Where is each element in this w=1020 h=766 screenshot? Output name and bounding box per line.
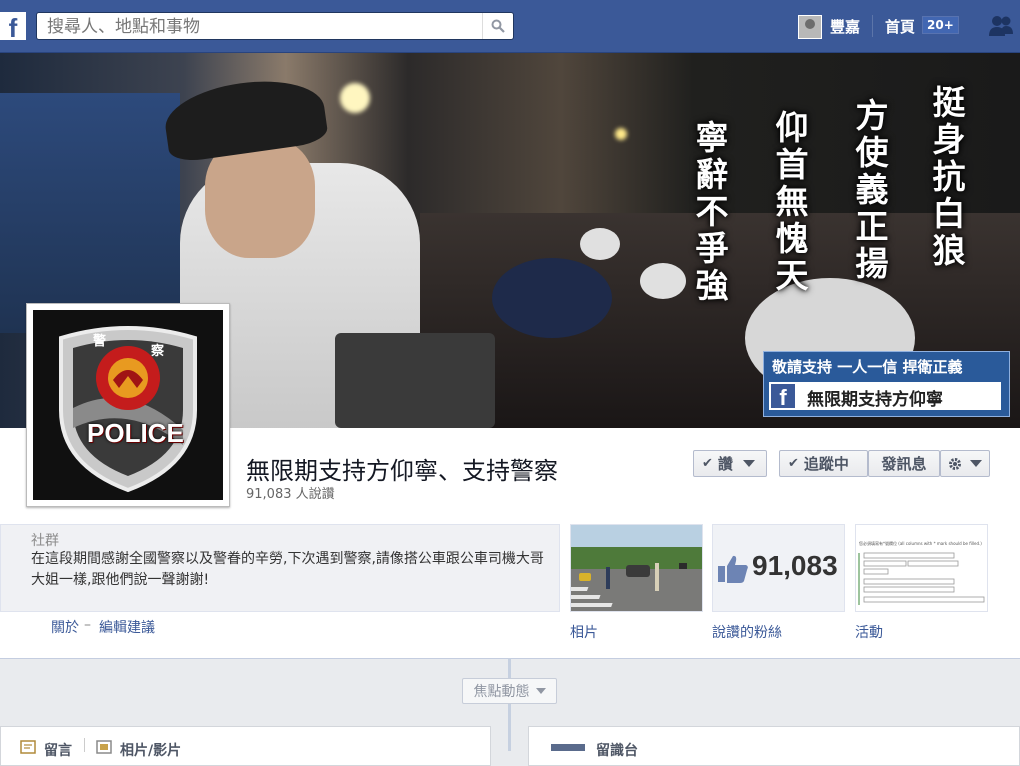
photo-icon (96, 740, 112, 754)
search-icon (491, 19, 505, 33)
user-name-link[interactable]: 豐嘉 (830, 16, 860, 37)
page-category: 社群 (31, 533, 59, 549)
composer-card (0, 726, 491, 766)
message-button-label: 發訊息 (881, 455, 927, 473)
cover-banner: 敬請支持 一人一信 捍衛正義 f 無限期支持方仰寧 (763, 351, 1010, 417)
cover-helmet (640, 263, 686, 299)
search-box (36, 12, 514, 40)
about-link[interactable]: 關於 (51, 617, 79, 637)
right-card-icon (551, 744, 585, 751)
page-title[interactable]: 無限期支持方仰寧、支持警察 (246, 451, 558, 486)
suggest-edits-link[interactable]: 編輯建議 (99, 617, 155, 637)
follow-button-label: 追蹤中 (803, 455, 849, 473)
message-button[interactable]: 發訊息 (868, 450, 940, 477)
facebook-logo-icon[interactable]: f (0, 12, 26, 43)
street-photo-image (571, 525, 702, 611)
banner-facebook-icon: f (771, 384, 795, 410)
user-avatar[interactable] (798, 15, 822, 39)
cover-light (340, 83, 370, 113)
events-form-image (858, 552, 985, 605)
like-button-label: 讚 (717, 455, 733, 473)
highlights-dropdown[interactable]: 焦點動態 (462, 678, 557, 704)
right-card-title[interactable]: 留識台 (596, 740, 638, 760)
nav-divider (872, 15, 873, 37)
top-bar: f 豐嘉 首頁 20+ (0, 0, 1020, 53)
fans-label[interactable]: 說讚的粉絲 (712, 622, 782, 642)
events-label[interactable]: 活動 (855, 622, 883, 642)
search-button[interactable] (482, 13, 513, 39)
chevron-down-icon (535, 688, 546, 694)
banner-name-box: f 無限期支持方仰寧 (769, 382, 1001, 410)
check-icon: ✔ (788, 456, 799, 471)
cover-slogan: 挺身抗白狼 (927, 85, 966, 270)
chevron-down-icon (970, 460, 982, 467)
photos-label[interactable]: 相片 (570, 622, 598, 642)
profile-picture[interactable]: 警 察 POLICE (26, 303, 230, 507)
follow-button[interactable]: ✔ 追蹤中 (779, 450, 868, 477)
banner-name-text: 無限期支持方仰寧 (807, 390, 943, 410)
photos-thumbnail[interactable] (570, 524, 703, 612)
cover-helmet (580, 228, 620, 260)
status-icon (20, 740, 36, 754)
friend-requests-icon[interactable] (988, 14, 1014, 38)
thumbs-up-icon (718, 555, 748, 583)
badge-text: POLICE (87, 418, 184, 448)
like-button[interactable]: ✔ 讚 (693, 450, 767, 477)
cover-light (615, 128, 627, 140)
check-icon: ✔ (702, 456, 713, 471)
timeline-spine (508, 658, 511, 751)
police-badge-image: 警 察 POLICE (33, 310, 223, 500)
police-shield-icon (33, 310, 223, 500)
tab-photo-video[interactable]: 相片/影片 (120, 740, 181, 760)
home-link[interactable]: 首頁 (885, 16, 915, 37)
fans-count: 91,083 (752, 550, 838, 581)
page-likes-count: 91,083 人說讚 (246, 487, 335, 502)
tab-status[interactable]: 留言 (44, 740, 72, 760)
home-count-badge: 20+ (922, 16, 959, 34)
cover-slogan: 寧辭不爭強 (690, 120, 729, 305)
badge-mark-right: 察 (151, 344, 165, 359)
highlights-label: 焦點動態 (473, 684, 530, 700)
cover-slogan: 方使義正揚 (850, 98, 889, 283)
about-separator: – (84, 617, 91, 633)
search-input[interactable] (45, 15, 489, 39)
gear-icon (949, 457, 961, 470)
cover-officer-cap (160, 72, 330, 164)
cover-building (0, 93, 180, 333)
cover-cap (492, 258, 612, 338)
chevron-down-icon (742, 460, 755, 467)
events-thumbnail[interactable]: 您必須填寫有*號欄位 (all columns with * mark shou… (855, 524, 988, 612)
page-description: 在這段期間感謝全國警察以及警眷的辛勞,下次遇到警察,請像搭公車跟公車司機大哥大姐… (31, 551, 544, 588)
banner-top-text: 敬請支持 一人一信 捍衛正義 (772, 358, 963, 376)
cover-camera (335, 333, 495, 428)
badge-mark-left: 警 (93, 334, 107, 349)
tab-divider (84, 738, 85, 752)
cover-slogan: 仰首無愧天 (770, 110, 809, 295)
settings-button[interactable] (940, 450, 990, 477)
